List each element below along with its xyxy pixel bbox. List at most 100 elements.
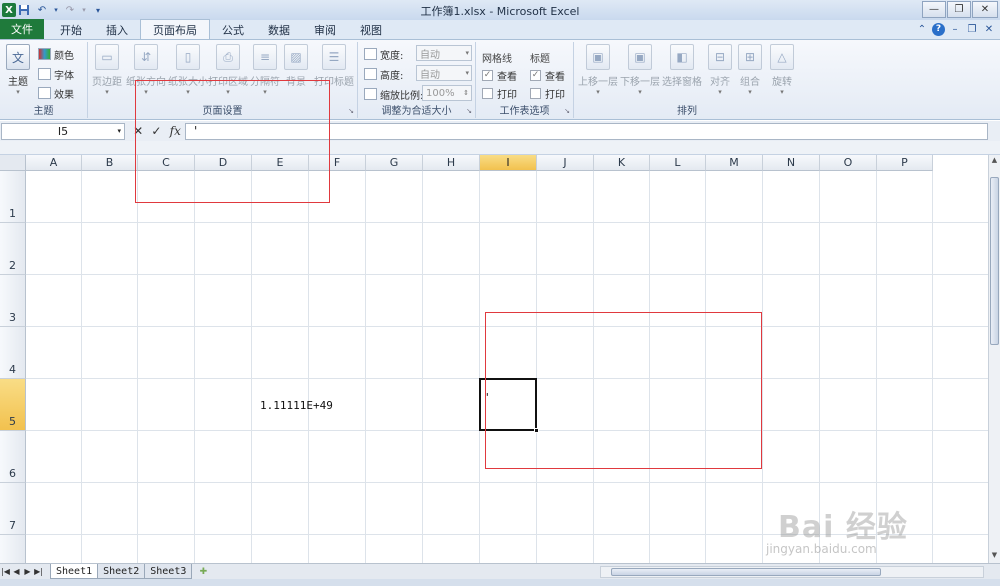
fill-handle[interactable] — [534, 428, 539, 433]
close-button[interactable]: ✕ — [972, 1, 998, 18]
column-header-j[interactable]: J — [537, 155, 594, 171]
orientation-button[interactable]: ⇵ 纸张方向 ▾ — [126, 44, 166, 96]
column-header-h[interactable]: H — [423, 155, 480, 171]
column-header-o[interactable]: O — [820, 155, 877, 171]
vertical-scrollbar[interactable]: ▲ ▼ — [988, 155, 1000, 563]
colors-button[interactable]: 颜色 — [38, 46, 74, 62]
minimize-ribbon-icon[interactable]: ⌃ — [915, 22, 929, 36]
width-select[interactable]: 自动 ▾ — [416, 45, 472, 61]
tab-home[interactable]: 开始 — [48, 20, 94, 39]
column-header-k[interactable]: K — [594, 155, 650, 171]
row-header-7[interactable]: 7 — [0, 483, 26, 535]
next-sheet-icon[interactable]: ▶ — [22, 567, 33, 576]
row-header-2[interactable]: 2 — [0, 223, 26, 275]
background-button[interactable]: ▨ 背景 — [284, 44, 308, 88]
row-header-8[interactable]: 8 — [0, 535, 26, 563]
first-sheet-icon[interactable]: |◀ — [0, 567, 11, 576]
doc-minimize-icon[interactable]: – — [948, 22, 962, 36]
row-header-5[interactable]: 5 — [0, 379, 26, 431]
tab-file[interactable]: 文件 — [0, 19, 44, 39]
fonts-icon — [38, 68, 51, 80]
column-header-a[interactable]: A — [26, 155, 82, 171]
tab-formulas[interactable]: 公式 — [210, 20, 256, 39]
worksheet-grid[interactable]: ABCDEFGHIJKLMNOP123456781.11111E+49' — [0, 155, 988, 563]
horizontal-scrollbar[interactable] — [600, 566, 984, 578]
column-header-n[interactable]: N — [763, 155, 820, 171]
print-area-button[interactable]: ⎙ 打印区域 ▾ — [208, 44, 248, 96]
row-header-3[interactable]: 3 — [0, 275, 26, 327]
insert-function-icon[interactable]: fx — [170, 124, 181, 138]
redo-dropdown-icon[interactable]: ▾ — [80, 2, 88, 18]
column-header-f[interactable]: F — [309, 155, 366, 171]
tab-review[interactable]: 审阅 — [302, 20, 348, 39]
scale-launcher-icon[interactable]: ↘ — [466, 107, 472, 115]
sheet-tab-sheet3[interactable]: Sheet3 — [144, 564, 193, 579]
width-label: 宽度: — [364, 46, 403, 62]
doc-restore-icon[interactable]: ❐ — [965, 22, 979, 36]
row-header-1[interactable]: 1 — [0, 171, 26, 223]
minimize-button[interactable]: — — [922, 1, 946, 18]
headings-print-checkbox[interactable]: 打印 — [530, 86, 565, 101]
undo-icon[interactable]: ↶ — [34, 2, 50, 18]
cancel-icon[interactable]: ✕ — [133, 124, 143, 138]
select-all-button[interactable] — [0, 155, 26, 171]
column-header-i[interactable]: I — [480, 155, 537, 171]
column-header-g[interactable]: G — [366, 155, 423, 171]
group-button[interactable]: ⊞ 组合 ▾ — [738, 44, 762, 96]
scale-spinner[interactable]: 100% ⇕ — [422, 85, 472, 101]
size-button[interactable]: ▯ 纸张大小 ▾ — [168, 44, 208, 96]
row-header-4[interactable]: 4 — [0, 327, 26, 379]
row-header-6[interactable]: 6 — [0, 431, 26, 483]
sheet-tab-sheet2[interactable]: Sheet2 — [97, 564, 146, 579]
help-icon[interactable]: ? — [932, 22, 945, 36]
enter-icon[interactable]: ✓ — [151, 124, 161, 138]
bring-forward-button[interactable]: ▣ 上移一层 ▾ — [578, 44, 618, 96]
tab-insert[interactable]: 插入 — [94, 20, 140, 39]
name-box[interactable]: I5 ▾ — [1, 122, 125, 140]
cell-e5[interactable]: 1.11111E+49 — [260, 399, 333, 412]
save-icon[interactable] — [16, 2, 32, 18]
gridlines-print-checkbox[interactable]: 打印 — [482, 86, 517, 101]
redo-icon[interactable]: ↷ — [62, 2, 78, 18]
tab-data[interactable]: 数据 — [256, 20, 302, 39]
height-select[interactable]: 自动 ▾ — [416, 65, 472, 81]
send-backward-button[interactable]: ▣ 下移一层 ▾ — [620, 44, 660, 96]
vertical-scroll-thumb[interactable] — [990, 177, 999, 345]
undo-dropdown-icon[interactable]: ▾ — [52, 2, 60, 18]
gridlines-view-checkbox[interactable]: ✓ 查看 — [482, 68, 517, 83]
align-button[interactable]: ⊟ 对齐 ▾ — [708, 44, 732, 96]
column-header-e[interactable]: E — [252, 155, 309, 171]
doc-close-icon[interactable]: ✕ — [982, 22, 996, 36]
headings-view-checkbox[interactable]: ✓ 查看 — [530, 68, 565, 83]
scroll-down-icon[interactable]: ▼ — [989, 551, 1000, 562]
tab-page-layout[interactable]: 页面布局 — [140, 19, 210, 39]
effects-button[interactable]: 效果 — [38, 85, 74, 101]
column-header-b[interactable]: B — [82, 155, 138, 171]
customize-qat-icon[interactable]: ▾ — [90, 2, 106, 18]
excel-app-icon[interactable]: X — [2, 3, 16, 17]
insert-sheet-icon[interactable]: ✚ — [194, 565, 212, 578]
last-sheet-icon[interactable]: ▶| — [33, 567, 44, 576]
print-titles-button[interactable]: ☰ 打印标题 — [314, 44, 354, 88]
column-header-l[interactable]: L — [650, 155, 706, 171]
column-header-c[interactable]: C — [138, 155, 195, 171]
tab-view[interactable]: 视图 — [348, 20, 394, 39]
maximize-button[interactable]: ❐ — [947, 1, 971, 18]
fonts-button[interactable]: 字体 — [38, 66, 74, 82]
column-header-d[interactable]: D — [195, 155, 252, 171]
formula-input[interactable]: ' — [185, 122, 988, 140]
horizontal-scroll-thumb[interactable] — [611, 568, 881, 576]
themes-button[interactable]: 文 主题 ▾ — [6, 44, 30, 96]
column-header-m[interactable]: M — [706, 155, 763, 171]
sheet-tab-sheet1[interactable]: Sheet1 — [50, 564, 99, 579]
rotate-button[interactable]: △ 旋转 ▾ — [770, 44, 794, 96]
breaks-button[interactable]: ≡ 分隔符 ▾ — [250, 44, 280, 96]
sheet-options-launcher-icon[interactable]: ↘ — [564, 107, 570, 115]
margins-button[interactable]: ▭ 页边距 ▾ — [92, 44, 122, 96]
active-cell-border[interactable] — [479, 378, 537, 431]
selection-pane-button[interactable]: ◧ 选择窗格 — [662, 44, 702, 88]
column-header-p[interactable]: P — [877, 155, 933, 171]
scroll-up-icon[interactable]: ▲ — [989, 156, 1000, 167]
prev-sheet-icon[interactable]: ◀ — [11, 567, 22, 576]
page-setup-launcher-icon[interactable]: ↘ — [348, 107, 354, 115]
